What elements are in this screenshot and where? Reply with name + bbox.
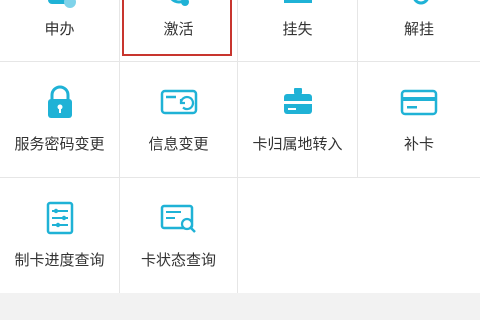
progress-query-label: 制卡进度查询	[14, 251, 105, 269]
card-icon	[399, 82, 439, 122]
footer-band	[0, 293, 480, 320]
cancel-loss-icon	[399, 0, 439, 12]
card-transfer-icon	[278, 82, 318, 122]
reissue-tile[interactable]: 补卡	[358, 62, 480, 178]
report-loss-icon	[278, 0, 318, 12]
card-search-icon	[159, 198, 199, 238]
transfer-in-label: 卡归属地转入	[252, 135, 343, 153]
service-grid: 申办 激活 挂失 解挂 服务密码变更 信息变更 卡归属地转入 补卡 制卡进度查询…	[0, 0, 480, 293]
card-services-screen: 申办 激活 挂失 解挂 服务密码变更 信息变更 卡归属地转入 补卡 制卡进度查询…	[0, 0, 480, 320]
transfer-in-tile[interactable]: 卡归属地转入	[238, 62, 358, 178]
status-query-label: 卡状态查询	[140, 251, 216, 269]
cancel-loss-label: 解挂	[403, 20, 434, 38]
activate-label: 激活	[163, 20, 194, 38]
apply-tile[interactable]: 申办	[0, 0, 120, 62]
reissue-label: 补卡	[403, 135, 434, 153]
activate-tile[interactable]: 激活	[120, 0, 238, 62]
info-change-tile[interactable]: 信息变更	[120, 62, 238, 178]
empty-tile	[238, 178, 480, 293]
apply-label: 申办	[44, 20, 75, 38]
report-loss-label: 挂失	[282, 20, 313, 38]
report-loss-tile[interactable]: 挂失	[238, 0, 358, 62]
info-change-label: 信息变更	[148, 135, 209, 153]
status-query-tile[interactable]: 卡状态查询	[120, 178, 238, 293]
progress-query-tile[interactable]: 制卡进度查询	[0, 178, 120, 293]
card-refresh-icon	[159, 82, 199, 122]
progress-list-icon	[40, 198, 80, 238]
apply-icon	[40, 0, 80, 12]
password-change-label: 服务密码变更	[14, 135, 105, 153]
cancel-loss-tile[interactable]: 解挂	[358, 0, 480, 62]
padlock-icon	[40, 82, 80, 122]
password-change-tile[interactable]: 服务密码变更	[0, 62, 120, 178]
activate-icon	[159, 0, 199, 12]
